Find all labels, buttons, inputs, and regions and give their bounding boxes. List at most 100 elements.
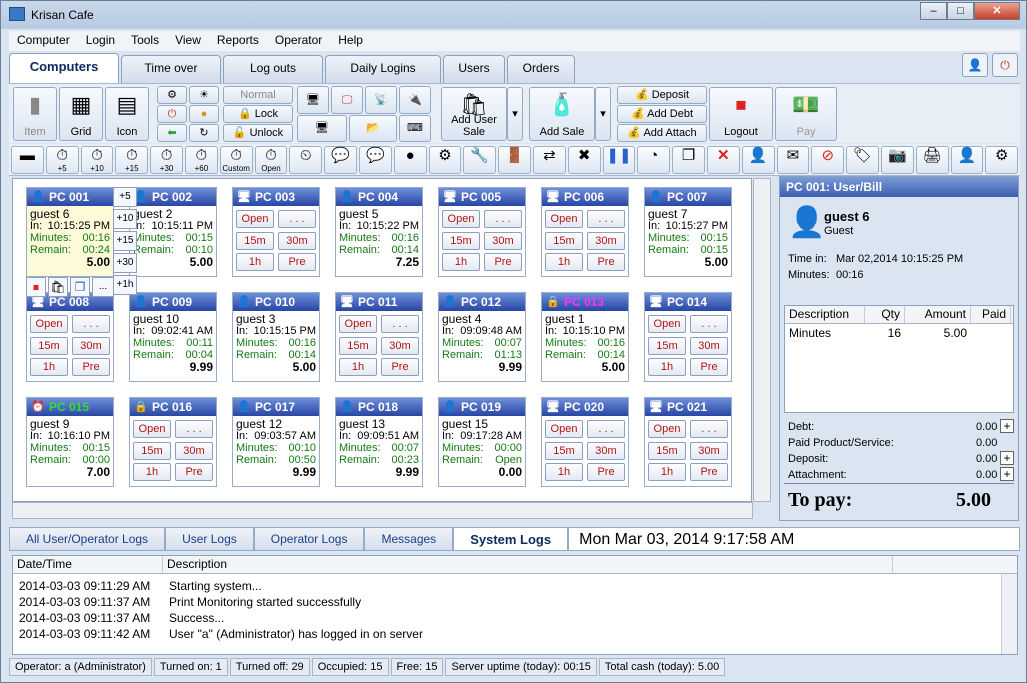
pc-tile[interactable]: 🖥 PC 006 Open. . . 15m 30m 1h Pre xyxy=(541,187,629,277)
more-button[interactable]: . . . xyxy=(175,420,213,438)
lock-button[interactable]: 🔒 Lock xyxy=(223,105,293,123)
pc-tile[interactable]: 👤 PC 009 guest 10 In: 09:02:41 AM Minutes: 0… xyxy=(129,292,217,382)
monitor-off-icon[interactable]: 🖵 xyxy=(331,86,363,114)
pc-tile[interactable]: 🖥 PC 014 Open. . . 15m 30m 1h Pre xyxy=(644,292,732,382)
tools-icon[interactable]: 🔧 xyxy=(463,146,497,174)
add-1h-button[interactable]: 1h xyxy=(133,463,171,481)
open-button[interactable]: Open xyxy=(545,210,583,228)
pc-tile[interactable]: 🔒 PC 016 Open. . . 15m 30m 1h Pre xyxy=(129,397,217,487)
add-30m-button[interactable]: 30m xyxy=(175,442,213,460)
pc-tile[interactable]: 🖥 PC 005 Open. . . 15m 30m 1h Pre xyxy=(438,187,526,277)
pc-header[interactable]: 🖥 PC 014 xyxy=(645,293,731,311)
pc-tile[interactable]: 👤 PC 010 guest 3 In: 10:15:15 PM Minutes: 00… xyxy=(232,292,320,382)
pc-header[interactable]: 👤 PC 018 xyxy=(336,398,422,416)
open-button[interactable]: Open xyxy=(339,315,377,333)
add-1h-button[interactable]: 1h xyxy=(236,253,274,271)
icon-view-button[interactable]: ▤ Icon xyxy=(105,87,149,141)
user-logout-icon[interactable]: 👤 xyxy=(962,53,988,77)
folder-open-icon[interactable]: 📂 xyxy=(349,115,397,142)
unlock-button[interactable]: 🔓 Unlock xyxy=(223,124,293,142)
pc-tile[interactable]: 🖥 PC 003 Open. . . 15m 30m 1h Pre xyxy=(232,187,320,277)
pc-tile[interactable]: 👤 PC 017 guest 12 In: 09:03:57 AM Minutes: 0… xyxy=(232,397,320,487)
back-arrow-icon[interactable]: ⬅ xyxy=(157,124,187,142)
user-move-icon[interactable]: 👤 xyxy=(741,146,775,174)
log-row[interactable]: 2014-03-03 09:11:37 AM Print Monitoring s… xyxy=(13,594,1017,610)
pc-header[interactable]: 👤 PC 009 xyxy=(130,293,216,311)
pc-tile[interactable]: 🖥 PC 011 Open. . . 15m 30m 1h Pre xyxy=(335,292,423,382)
monitor-gray-icon[interactable]: ⚙ xyxy=(157,86,187,104)
add-attachment-plus-button[interactable]: + xyxy=(1000,467,1014,481)
pc-tile[interactable]: 🖥 PC 008 Open. . . 15m 30m 1h Pre xyxy=(26,292,114,382)
add-15m-button[interactable]: 15m xyxy=(30,337,68,355)
pc-header[interactable]: 👤 PC 002 xyxy=(130,188,216,206)
menu-help[interactable]: Help xyxy=(330,31,371,51)
prepaid-button[interactable]: Pre xyxy=(690,463,728,481)
normal-button[interactable]: Normal xyxy=(223,86,293,104)
add-30m-button[interactable]: 30m xyxy=(690,442,728,460)
block-icon[interactable]: ⊘ xyxy=(811,146,845,174)
gear-icon[interactable]: ⚙ xyxy=(428,146,462,174)
add-attach-button[interactable]: 💰 Add Attach xyxy=(617,124,707,142)
add-sale-button[interactable]: 🧴 Add Sale xyxy=(529,87,595,141)
tab-computers[interactable]: Computers xyxy=(9,53,119,83)
log-scrollbar[interactable] xyxy=(1001,574,1017,654)
add-15m-button[interactable]: 15m xyxy=(648,442,686,460)
prepaid-button[interactable]: Pre xyxy=(587,463,625,481)
bill-row[interactable]: Minutes 16 5.00 xyxy=(785,324,1013,342)
bill-col-header[interactable]: Paid xyxy=(971,306,1011,323)
menu-computer[interactable]: Computer xyxy=(9,31,78,51)
add-15m-button[interactable]: 15m xyxy=(133,442,171,460)
pc-header[interactable]: 👤 PC 012 xyxy=(439,293,525,311)
add-30m-button[interactable]: 30m xyxy=(381,337,419,355)
chat-icon[interactable]: 💬 xyxy=(324,146,357,174)
pc-header[interactable]: 🖥 PC 021 xyxy=(645,398,731,416)
prepaid-button[interactable]: Pre xyxy=(381,358,419,376)
add-30m-button[interactable]: 30m xyxy=(587,442,625,460)
pc-header[interactable]: 👤 PC 019 xyxy=(439,398,525,416)
standby-icon[interactable]: ● xyxy=(189,105,219,123)
grid-horizontal-scrollbar[interactable] xyxy=(12,502,753,519)
cancel-icon[interactable]: ✕ xyxy=(706,146,740,174)
chat-green-icon[interactable]: 💬 xyxy=(358,146,392,174)
add-user-sale-button[interactable]: 🛍 Add User Sale xyxy=(441,87,507,141)
open-button[interactable]: Open xyxy=(442,210,480,228)
maximize-button[interactable]: □ xyxy=(947,2,974,20)
add-30m-button[interactable]: 30m xyxy=(72,337,110,355)
log-row[interactable]: 2014-03-03 09:11:29 AM Starting system... xyxy=(13,578,1017,594)
open-button[interactable]: Open xyxy=(236,210,274,228)
pc-header[interactable]: ⏰ PC 015 xyxy=(27,398,113,416)
prepaid-button[interactable]: Pre xyxy=(278,253,316,271)
open-button[interactable]: Open xyxy=(648,420,686,438)
remote-icon[interactable]: 📡 xyxy=(365,86,397,114)
popup-time-button[interactable]: +1h xyxy=(113,275,137,295)
more-button[interactable]: . . . xyxy=(381,315,419,333)
add-15m-button[interactable]: 15m xyxy=(545,232,583,250)
print-icon[interactable]: 🖨 xyxy=(915,146,949,174)
minimize-button[interactable]: – xyxy=(920,2,947,20)
stop-icon[interactable]: ⏹ xyxy=(26,277,46,297)
prepaid-button[interactable]: Pre xyxy=(587,253,625,271)
pc-header[interactable]: 👤 PC 010 xyxy=(233,293,319,311)
pc-header[interactable]: 👤 PC 007 xyxy=(645,188,731,206)
add-1h-button[interactable]: 1h xyxy=(339,358,377,376)
power-off-icon[interactable]: ⏻ xyxy=(157,105,187,123)
tab-daily-logins[interactable]: Daily Logins xyxy=(325,55,441,83)
popup-time-button[interactable]: +10 xyxy=(113,209,137,229)
screenshot-icon[interactable]: 📷 xyxy=(880,146,914,174)
windows-icon[interactable]: ❐ xyxy=(70,277,90,297)
pause-icon[interactable]: ❚❚ xyxy=(602,146,636,174)
add-15m-button[interactable]: 15m xyxy=(236,232,274,250)
prepaid-button[interactable]: Pre xyxy=(72,358,110,376)
exit-icon[interactable]: 🚪 xyxy=(498,146,531,174)
more-button[interactable]: . . . xyxy=(587,210,625,228)
pc-header[interactable]: 🔒 PC 013 xyxy=(542,293,628,311)
add-15m-button[interactable]: 15m xyxy=(442,232,480,250)
pc-tile[interactable]: 👤 PC 012 guest 4 In: 09:09:48 AM Minutes: 00… xyxy=(438,292,526,382)
bill-col-header[interactable]: Qty xyxy=(865,306,905,323)
open-button[interactable]: Open xyxy=(545,420,583,438)
menu-tools[interactable]: Tools xyxy=(123,31,167,51)
usb-icon[interactable]: 🔌 xyxy=(399,86,431,114)
add-30m-button[interactable]: 30m xyxy=(690,337,728,355)
popup-time-button[interactable]: +30 xyxy=(113,253,137,273)
monitor-icon[interactable]: 🖥 xyxy=(297,86,329,114)
